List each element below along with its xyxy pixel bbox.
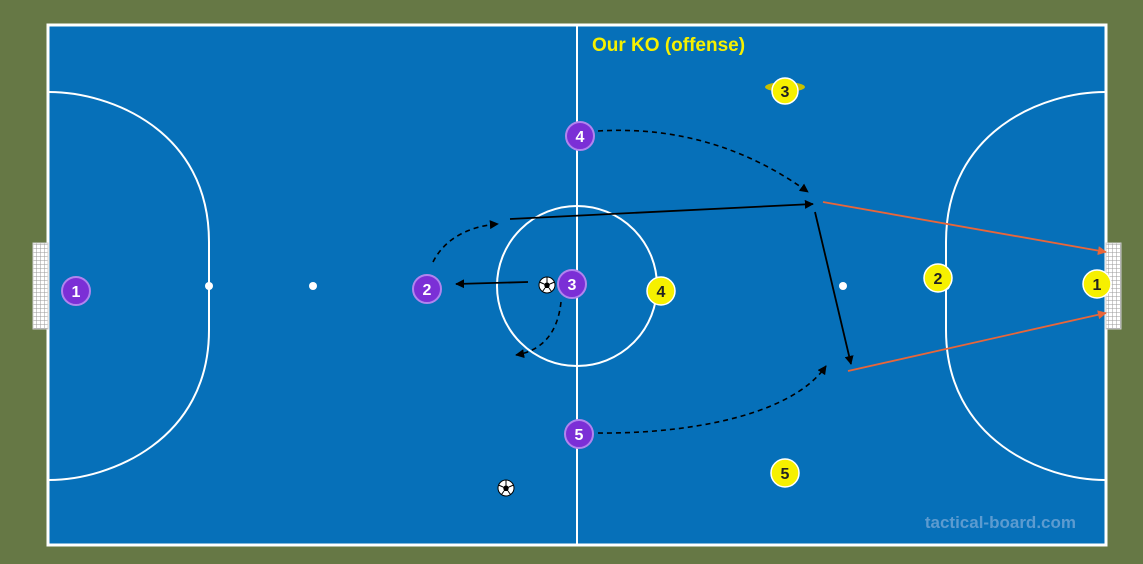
left-second-penalty-spot bbox=[309, 282, 317, 290]
player-number: 2 bbox=[934, 271, 943, 288]
yellow-player-4[interactable]: 4 bbox=[646, 276, 676, 306]
player-number: 3 bbox=[781, 84, 790, 101]
tactical-board: Our KO (offense) tactical-board.com 1 2 bbox=[32, 23, 1122, 547]
soccer-ball-icon[interactable] bbox=[497, 479, 515, 497]
left-goal-net-icon bbox=[32, 242, 49, 330]
player-number: 4 bbox=[657, 284, 666, 301]
purple-player-1[interactable]: 1 bbox=[61, 276, 91, 306]
player-number: 2 bbox=[423, 282, 432, 299]
player-number: 4 bbox=[576, 129, 585, 146]
player-number: 1 bbox=[72, 284, 81, 301]
player-number: 5 bbox=[575, 427, 584, 444]
watermark: tactical-board.com bbox=[925, 513, 1076, 532]
soccer-ball-icon[interactable] bbox=[538, 276, 556, 294]
yellow-player-1[interactable]: 1 bbox=[1082, 269, 1112, 299]
player-number: 3 bbox=[568, 277, 577, 294]
purple-player-4[interactable]: 4 bbox=[565, 121, 595, 151]
play-title: Our KO (offense) bbox=[592, 35, 745, 56]
purple-player-5[interactable]: 5 bbox=[564, 419, 594, 449]
yellow-player-5[interactable]: 5 bbox=[770, 458, 800, 488]
yellow-player-2[interactable]: 2 bbox=[923, 263, 953, 293]
purple-player-3[interactable]: 3 bbox=[557, 269, 587, 299]
player-number: 5 bbox=[781, 466, 790, 483]
left-penalty-spot bbox=[205, 282, 213, 290]
player-number: 1 bbox=[1093, 277, 1102, 294]
right-second-penalty-spot bbox=[839, 282, 847, 290]
purple-player-2[interactable]: 2 bbox=[412, 274, 442, 304]
